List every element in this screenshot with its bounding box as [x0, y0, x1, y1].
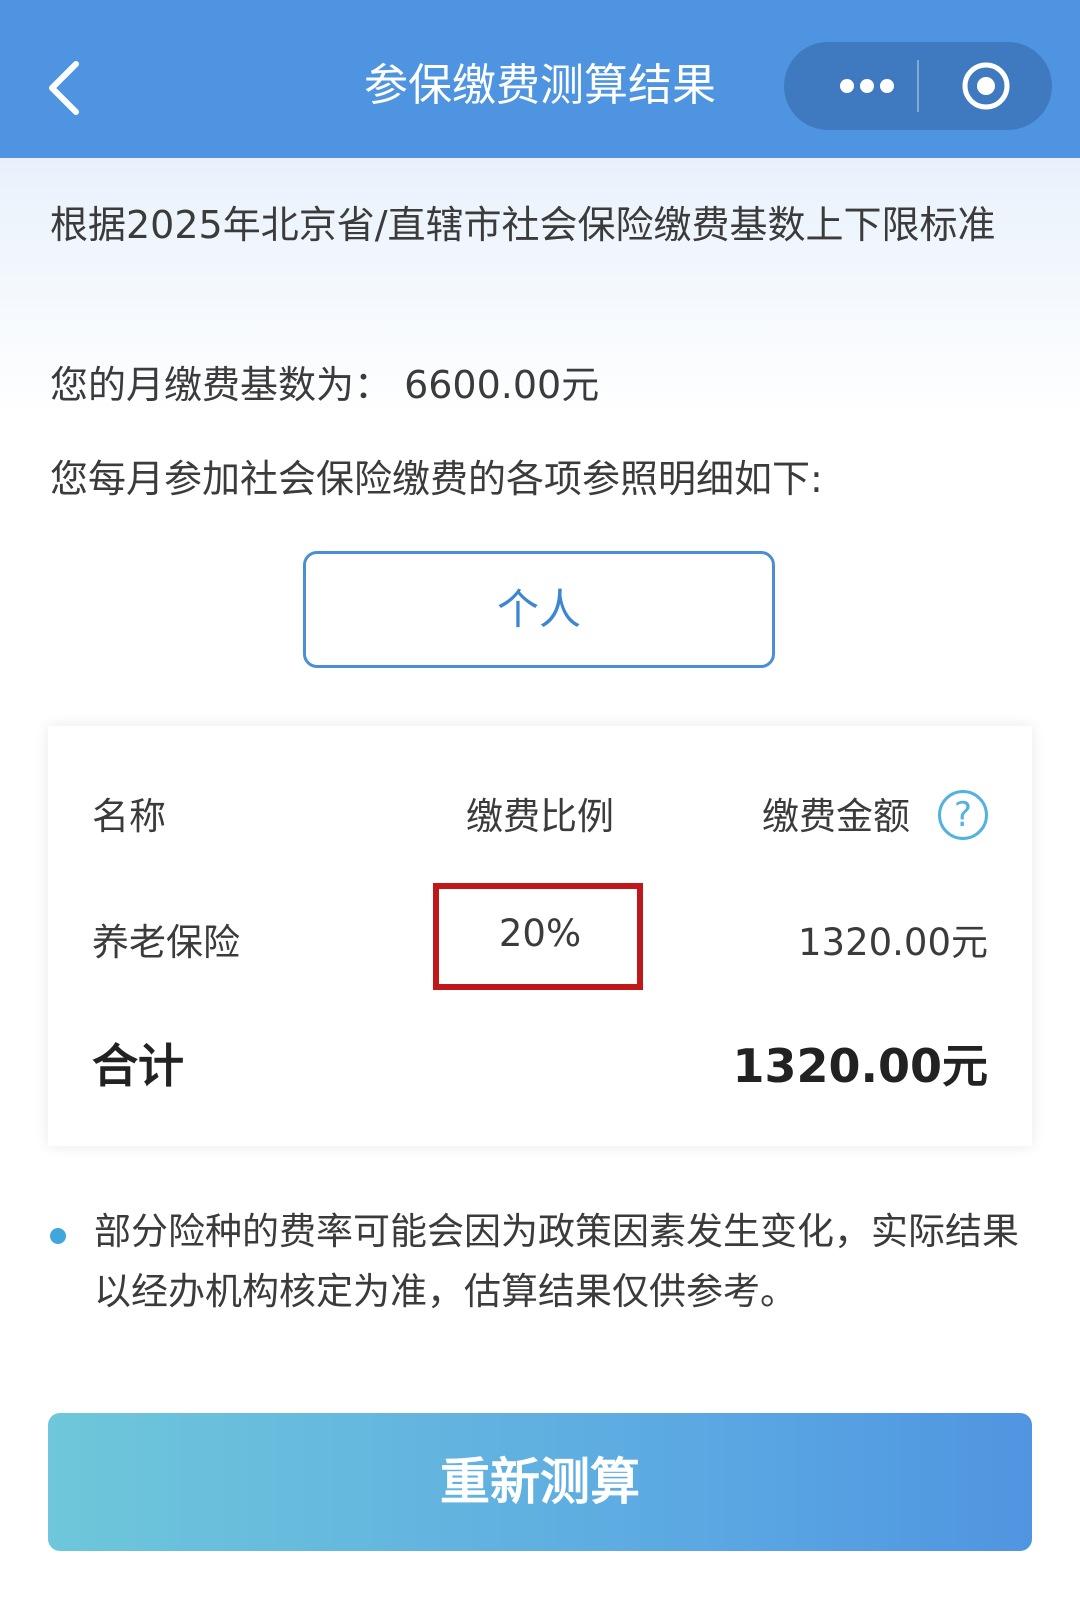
close-target-icon[interactable] [960, 60, 1012, 112]
standard-description: 根据2025年北京省/直辖市社会保险缴费基数上下限标准 [50, 203, 996, 247]
detail-intro-text: 您每月参加社会保险缴费的各项参照明细如下: [50, 457, 823, 501]
rate-highlight-box [433, 883, 643, 990]
column-header-rate: 缴费比例 [466, 795, 614, 838]
row-amount: 1320.00元 [797, 921, 988, 964]
total-amount: 1320.00元 [732, 1039, 988, 1093]
capsule-divider [917, 60, 919, 112]
tab-personal[interactable]: 个人 [303, 551, 775, 668]
total-label: 合计 [92, 1039, 184, 1093]
column-header-name: 名称 [92, 795, 166, 838]
note-bullet [50, 1228, 66, 1244]
more-icon[interactable] [822, 68, 912, 104]
row-name: 养老保险 [92, 921, 240, 964]
nav-bar: 参保缴费测算结果 [0, 0, 1080, 158]
monthly-base-text: 您的月缴费基数为： 6600.00元 [50, 363, 600, 407]
mini-program-capsule [784, 42, 1052, 130]
help-icon[interactable]: ? [938, 790, 988, 840]
column-header-amount: 缴费金额 [762, 795, 910, 838]
recalculate-button[interactable]: 重新测算 [48, 1413, 1032, 1551]
disclaimer-note: 部分险种的费率可能会因为政策因素发生变化，实际结果以经办机构核定为准，估算结果仅… [94, 1210, 1019, 1313]
